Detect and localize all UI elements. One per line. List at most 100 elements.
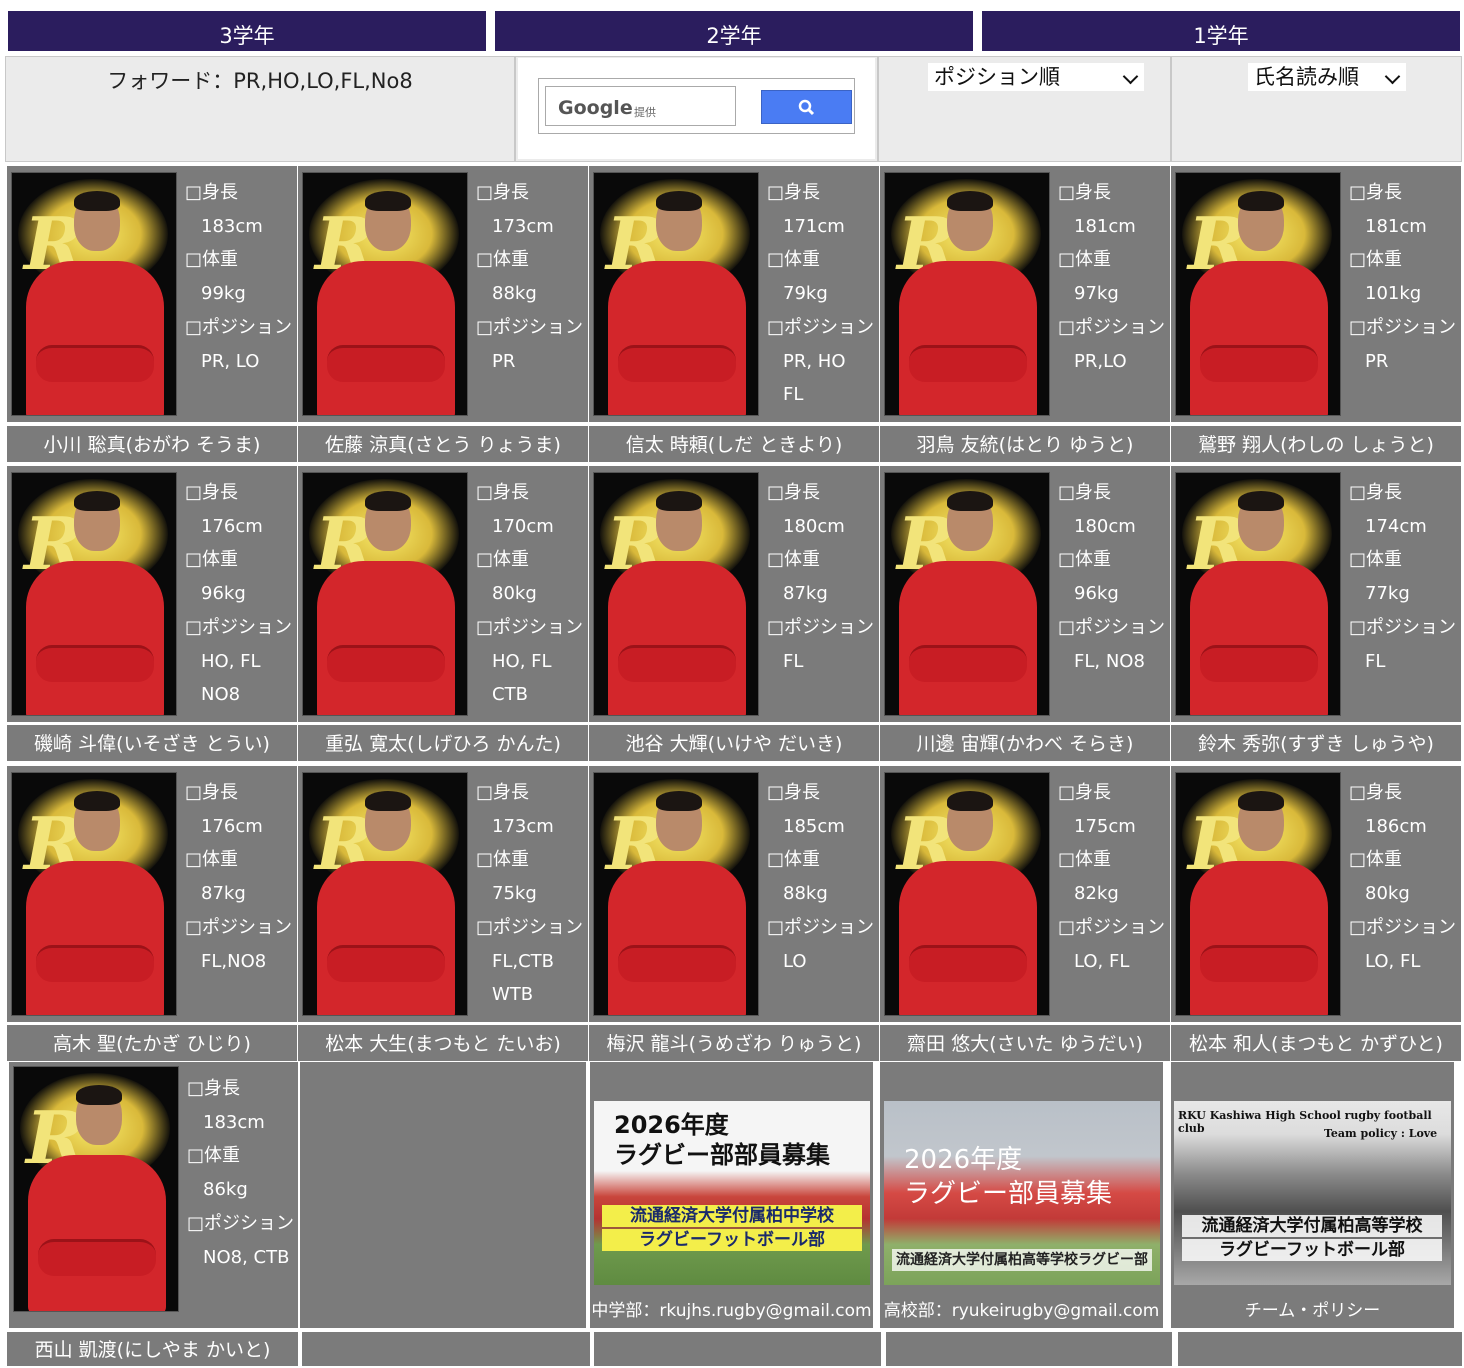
search-button[interactable] <box>761 90 852 124</box>
height-value: 183cm <box>201 215 263 237</box>
hs-recruit-banner[interactable]: 2026年度 ラグビー部員募集 流通経済大学付属柏高等学校ラグビー部 高校部：r… <box>880 1062 1163 1328</box>
weight-label: □体重 <box>185 549 239 571</box>
position-value-extra: FL <box>783 384 804 406</box>
jhs-recruit-banner[interactable]: 2026年度 ラグビー部部員募集 流通経済大学付属柏中学校 ラグビーフットボール… <box>590 1062 873 1328</box>
position-label: □ポジション <box>185 616 293 638</box>
height-value: 180cm <box>1074 515 1136 537</box>
position-label: □ポジション <box>476 916 584 938</box>
player-name[interactable]: 高木 聖(たかぎ ひじり) <box>7 1025 297 1061</box>
weight-value: 101kg <box>1365 283 1422 305</box>
player-photo: R <box>302 472 468 716</box>
player-name[interactable]: 松本 大生(まつもと たいお) <box>298 1025 588 1061</box>
crossed-arms <box>1200 945 1318 982</box>
crossed-arms <box>909 645 1027 682</box>
player-name[interactable]: 重弘 寛太(しげひろ かんた) <box>298 725 588 761</box>
player-name[interactable]: 鷲野 翔人(わしの しょうと) <box>1171 426 1461 462</box>
player-card[interactable]: R □身長 180cm □体重 96kg □ポジション FL, NO8 <box>880 466 1170 722</box>
tab-grade-2[interactable]: 2学年 <box>495 11 973 51</box>
height-label: □身長 <box>1058 182 1112 203</box>
player-card[interactable]: R □身長 183cm □体重 99kg □ポジション PR, LO <box>7 166 297 422</box>
height-value: 174cm <box>1365 515 1427 537</box>
player-card[interactable]: R □身長 176cm □体重 96kg □ポジション HO, FL NO8 <box>7 466 297 722</box>
player-photo: R <box>884 172 1050 416</box>
player-card[interactable]: R □身長 176cm □体重 87kg □ポジション FL,NO8 <box>7 766 297 1022</box>
player-photo: R <box>1175 472 1341 716</box>
player-card[interactable]: R □身長 174cm □体重 77kg □ポジション FL <box>1171 466 1461 722</box>
player-card[interactable]: R □身長 183cm □体重 86kg □ポジション NO8, CTB <box>9 1062 298 1328</box>
player-name[interactable]: 川邊 宙輝(かわべ そらき) <box>880 725 1170 761</box>
tab-grade-1[interactable]: 1学年 <box>982 11 1460 51</box>
banner-club-name: ラグビーフットボール部 <box>602 1229 862 1251</box>
player-name[interactable]: 松本 和人(まつもと かずひと) <box>1171 1025 1461 1061</box>
player-photo: R <box>884 472 1050 716</box>
player-hair <box>76 1085 122 1105</box>
player-name[interactable]: 信太 時頼(しだ ときより) <box>589 426 879 462</box>
weight-value: 96kg <box>1074 583 1119 605</box>
player-photo: R <box>13 1066 179 1312</box>
position-value: NO8, CTB <box>203 1246 290 1268</box>
height-value: 170cm <box>492 515 554 537</box>
player-card[interactable]: R □身長 181cm □体重 101kg □ポジション PR <box>1171 166 1461 422</box>
position-value-extra: CTB <box>492 684 528 706</box>
player-hair <box>656 191 702 211</box>
player-card[interactable]: R □身長 180cm □体重 87kg □ポジション FL <box>589 466 879 722</box>
player-card[interactable]: R □身長 170cm □体重 80kg □ポジション HO, FL CTB <box>298 466 588 722</box>
player-name[interactable]: 小川 聡真(おがわ そうま) <box>7 426 297 462</box>
banner-title-main: ラグビー部員募集 <box>904 1179 1113 1209</box>
height-label: □身長 <box>185 782 239 803</box>
jersey <box>317 861 455 1015</box>
tab-grade-3[interactable]: 3学年 <box>8 11 486 51</box>
player-name[interactable]: 池谷 大輝(いけや だいき) <box>589 725 879 761</box>
crossed-arms <box>1200 345 1318 382</box>
sort-name-value: 氏名読み順 <box>1254 65 1359 89</box>
player-name[interactable]: 西山 凱渡(にしやま かいと) <box>7 1332 298 1366</box>
player-hair <box>365 791 411 811</box>
height-value: 180cm <box>783 515 845 537</box>
weight-label: □体重 <box>767 849 821 871</box>
player-card[interactable]: R □身長 186cm □体重 80kg □ポジション LO, FL <box>1171 766 1461 1022</box>
crossed-arms <box>327 645 445 682</box>
player-card[interactable]: R □身長 181cm □体重 97kg □ポジション PR,LO <box>880 166 1170 422</box>
position-value: PR, HO <box>783 350 846 372</box>
player-name[interactable]: 梅沢 龍斗(うめざわ りゅうと) <box>589 1025 879 1061</box>
jersey <box>899 561 1037 715</box>
player-name[interactable]: 佐藤 涼真(さとう りょうま) <box>298 426 588 462</box>
player-name[interactable]: 磯崎 斗偉(いそざき とうい) <box>7 725 297 761</box>
height-label: □身長 <box>187 1078 241 1099</box>
crossed-arms <box>36 345 154 382</box>
weight-value: 80kg <box>492 583 537 605</box>
player-stats: □身長 176cm □体重 96kg □ポジション HO, FL NO8 <box>185 476 292 712</box>
player-hair <box>656 491 702 511</box>
height-value: 181cm <box>1074 215 1136 237</box>
player-name[interactable]: 羽鳥 友統(はとり ゆうと) <box>880 426 1170 462</box>
weight-value: 75kg <box>492 883 537 905</box>
search-input[interactable]: Google 提供 <box>545 86 736 126</box>
player-name[interactable]: 鈴木 秀弥(すずき しゅうや) <box>1171 725 1461 761</box>
player-photo: R <box>1175 772 1341 1016</box>
height-value: 171cm <box>783 215 845 237</box>
position-label: □ポジション <box>476 316 584 338</box>
banner-team-policy: Team policy : Love <box>1324 1127 1438 1140</box>
banner-school-name: 流通経済大学付属柏高等学校ラグビー部 <box>892 1249 1152 1271</box>
sort-name-select[interactable]: 氏名読み順 <box>1248 63 1406 91</box>
position-value: FL <box>783 650 804 672</box>
player-card[interactable]: R □身長 175cm □体重 82kg □ポジション LO, FL <box>880 766 1170 1022</box>
player-stats: □身長 186cm □体重 80kg □ポジション LO, FL <box>1349 776 1456 978</box>
player-card[interactable]: R □身長 173cm □体重 75kg □ポジション FL,CTB WTB <box>298 766 588 1022</box>
position-value: HO, FL <box>492 650 552 672</box>
player-name[interactable]: 齋田 悠大(さいた ゆうだい) <box>880 1025 1170 1061</box>
player-card[interactable]: R □身長 171cm □体重 79kg □ポジション PR, HO FL <box>589 166 879 422</box>
weight-label: □体重 <box>187 1145 241 1167</box>
team-policy-banner[interactable]: RKU Kashiwa High School rugby football c… <box>1171 1062 1454 1328</box>
jhs-recruit-image: 2026年度 ラグビー部部員募集 流通経済大学付属柏中学校 ラグビーフットボール… <box>594 1101 870 1285</box>
weight-label: □体重 <box>1349 249 1403 271</box>
sort-position-select[interactable]: ポジション順 <box>928 63 1144 91</box>
player-card[interactable]: R □身長 185cm □体重 88kg □ポジション LO <box>589 766 879 1022</box>
position-value: FL,NO8 <box>201 950 267 972</box>
google-brand: Google <box>558 97 633 119</box>
player-card[interactable]: R □身長 173cm □体重 88kg □ポジション PR <box>298 166 588 422</box>
banner-school-name: 流通経済大学付属柏中学校 <box>602 1205 862 1227</box>
height-label: □身長 <box>476 482 530 503</box>
player-photo: R <box>302 172 468 416</box>
team-policy-caption: チーム・ポリシー <box>1244 1301 1381 1321</box>
